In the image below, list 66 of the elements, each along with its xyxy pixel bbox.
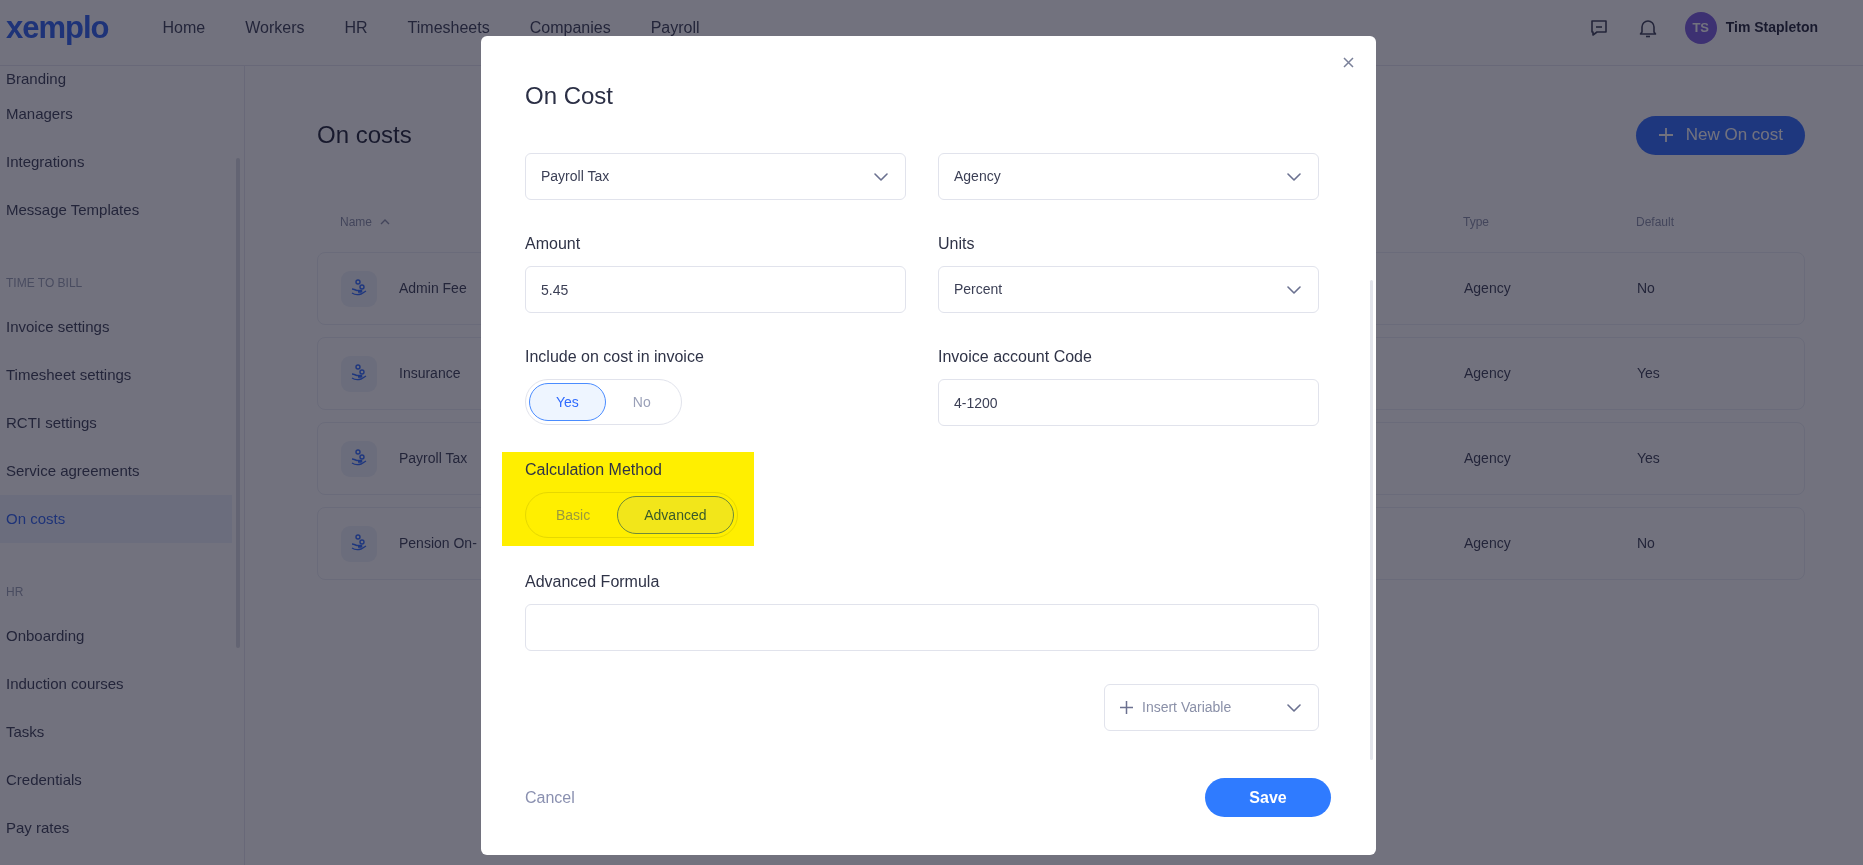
page-title: On costs	[317, 120, 412, 150]
chevron-down-icon	[1287, 703, 1301, 712]
table-cell: Agency	[1464, 450, 1511, 466]
input-field[interactable]: 4-1200	[938, 379, 1319, 426]
table-cell-text: Pension On-	[399, 534, 477, 553]
coins-hand-icon	[341, 525, 377, 562]
table-cell: Agency	[1464, 535, 1511, 551]
chevron-down-icon	[1287, 172, 1301, 181]
table-cell: Agency	[1464, 365, 1511, 381]
toggle-option[interactable]: Basic	[529, 496, 618, 534]
coins-hand-icon	[341, 355, 377, 392]
insert-variable-dropdown[interactable]: Insert Variable	[1104, 684, 1319, 731]
user-name: Tim Stapleton	[1725, 18, 1818, 37]
coins-hand-icon	[341, 440, 377, 477]
table-cell: No	[1637, 280, 1655, 296]
sort-up-icon[interactable]	[380, 219, 390, 225]
field-label: Advanced Formula	[525, 572, 661, 592]
dropdown[interactable]: Payroll Tax	[525, 153, 906, 200]
logo[interactable]: xemplo	[6, 12, 109, 43]
cancel-link[interactable]: Cancel	[525, 785, 575, 810]
table-cell-text: Insurance	[399, 364, 461, 383]
save-button[interactable]: Save	[1205, 778, 1331, 817]
input-field[interactable]	[525, 604, 1319, 651]
toggle-option[interactable]: Yes	[529, 383, 606, 421]
nav-link[interactable]: Payroll	[650, 15, 700, 40]
sidebar-item[interactable]: Branding	[0, 66, 244, 90]
table-cell: Yes	[1637, 450, 1660, 466]
close-icon[interactable]	[1343, 57, 1354, 68]
nav-link[interactable]: Workers	[245, 15, 305, 40]
field-label: Include on cost in invoice	[525, 347, 705, 367]
nav-link[interactable]: Companies	[529, 15, 611, 40]
user-avatar[interactable]: TS	[1684, 11, 1717, 44]
chevron-down-icon	[874, 172, 888, 181]
sidebar-item[interactable]: Tasks	[0, 708, 244, 756]
toggle-option[interactable]: Advanced	[617, 496, 734, 534]
nav-link[interactable]: HR	[344, 15, 368, 40]
toggle-option[interactable]: No	[605, 383, 678, 421]
dialog-title: On Cost	[525, 82, 615, 110]
dropdown[interactable]: Percent	[938, 266, 1319, 313]
plus-icon	[1120, 701, 1133, 714]
sidebar-item[interactable]: Managers	[0, 90, 244, 138]
field-label: Invoice account Code	[938, 347, 1093, 367]
table-cell: No	[1637, 535, 1655, 551]
sidebar-item[interactable]: Integrations	[0, 138, 244, 186]
sidebar-item[interactable]: Onboarding	[0, 612, 244, 660]
sidebar-item[interactable]: Induction courses	[0, 660, 244, 708]
table-cell-text: Payroll Tax	[399, 449, 468, 468]
sidebar-item[interactable]: On costs	[0, 495, 232, 543]
table-cell-text: Admin Fee	[399, 279, 467, 298]
nav-link[interactable]: Home	[162, 15, 206, 40]
coins-hand-icon	[341, 270, 377, 307]
table-cell: Yes	[1637, 365, 1660, 381]
sidebar-item[interactable]: Pay rates	[0, 804, 244, 852]
plus-icon	[1657, 127, 1674, 143]
bell-icon[interactable]	[1638, 17, 1657, 38]
chevron-down-icon	[1287, 285, 1301, 294]
dropdown[interactable]: Agency	[938, 153, 1319, 200]
sidebar-item[interactable]: Credentials	[0, 756, 244, 804]
field-label: Units	[938, 234, 976, 254]
field-label: Calculation Method	[525, 460, 663, 480]
field-label: Amount	[525, 234, 582, 254]
nav-link[interactable]: Timesheets	[407, 15, 490, 40]
table-cell: Agency	[1464, 280, 1511, 296]
input-field[interactable]: 5.45	[525, 266, 906, 313]
new-on-cost-button[interactable]: New On cost	[1635, 115, 1805, 155]
chat-icon[interactable]	[1588, 17, 1609, 38]
